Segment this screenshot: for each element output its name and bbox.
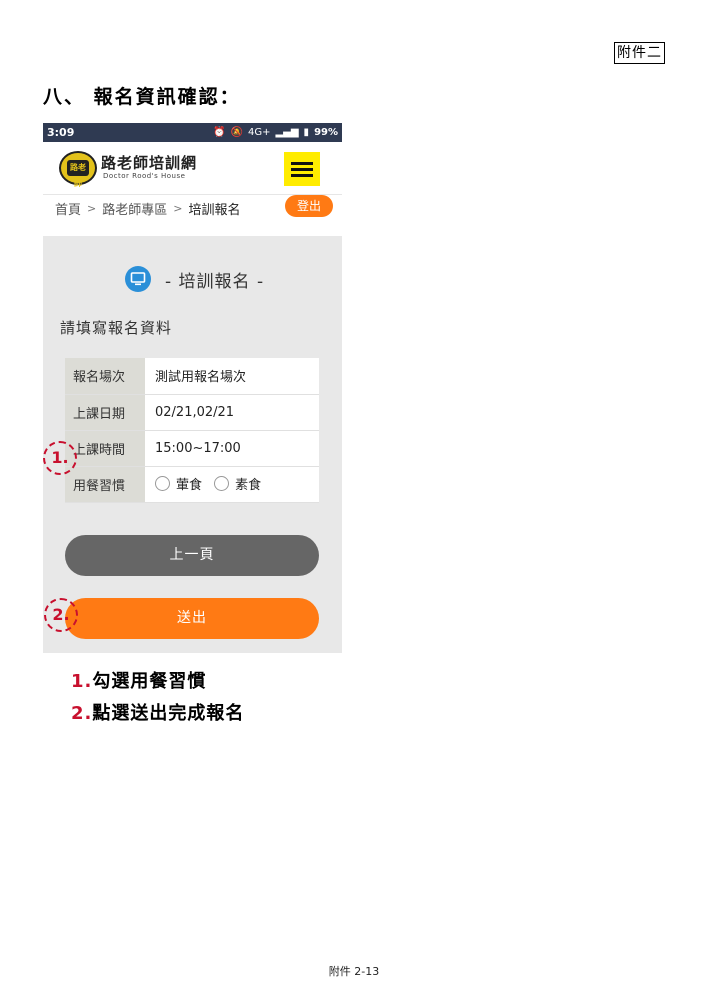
- form-prompt: 請填寫報名資料: [60, 319, 173, 337]
- status-icons: ⏰ 🔕 4G+ ▂▄▆ ▮ 99%: [213, 123, 338, 142]
- hamburger-menu-button[interactable]: [284, 152, 320, 186]
- previous-page-button[interactable]: 上一頁: [65, 535, 319, 576]
- appendix-label: 附件二: [614, 42, 665, 64]
- radio-button[interactable]: [214, 475, 230, 491]
- breadcrumb-section[interactable]: 路老師專區: [102, 199, 167, 218]
- meal-option-vegetarian[interactable]: 素食: [214, 474, 261, 493]
- step-text: 點選送出完成報名: [92, 703, 245, 724]
- step-text: 勾選用餐習慣: [92, 671, 207, 692]
- breadcrumb-separator: >: [87, 202, 97, 215]
- mute-icon: 🔕: [230, 127, 243, 138]
- site-header: 路老師 路老師培訓網 Doctor Rood's House: [43, 142, 342, 195]
- radio-button[interactable]: [155, 475, 170, 491]
- battery-percent: 99%: [314, 127, 338, 138]
- row-label: 報名場次: [65, 358, 145, 395]
- step-number: 1.: [71, 671, 93, 692]
- step-item: 1.勾選用餐習慣: [71, 666, 244, 698]
- table-row: 用餐習慣 葷食 素食: [65, 466, 319, 503]
- row-value: 02/21,02/21: [145, 394, 319, 431]
- row-value: 15:00~17:00: [145, 430, 319, 467]
- site-subtitle: Doctor Rood's House: [103, 172, 186, 180]
- alarm-icon: ⏰: [213, 127, 226, 138]
- meal-options: 葷食 素食: [145, 466, 319, 503]
- table-row: 上課時間 15:00~17:00: [65, 430, 319, 467]
- breadcrumb-home[interactable]: 首頁: [55, 199, 81, 218]
- battery-icon: ▮: [303, 127, 310, 138]
- row-label: 上課時間: [65, 430, 145, 467]
- network-label: 4G+: [247, 127, 271, 138]
- phone-screenshot: 3:09 ⏰ 🔕 4G+ ▂▄▆ ▮ 99% 路老師 路老師培訓網 Doctor…: [43, 123, 342, 653]
- row-value: 測試用報名場次: [145, 358, 319, 395]
- section-title: 八、 報名資訊確認：: [43, 86, 241, 108]
- submit-button[interactable]: 送出: [65, 598, 319, 639]
- step-instructions: 1.勾選用餐習慣 2.點選送出完成報名: [71, 666, 244, 730]
- logout-button[interactable]: 登出: [285, 195, 333, 217]
- meal-option-meat[interactable]: 葷食: [155, 474, 202, 493]
- logo-badge[interactable]: 路老師: [59, 151, 97, 188]
- status-bar: 3:09 ⏰ 🔕 4G+ ▂▄▆ ▮ 99%: [43, 123, 342, 142]
- registration-info-table: 報名場次 測試用報名場次 上課日期 02/21,02/21 上課時間 15:00…: [65, 358, 319, 503]
- step-item: 2.點選送出完成報名: [71, 698, 244, 730]
- table-row: 報名場次 測試用報名場次: [65, 358, 319, 395]
- row-label: 用餐習慣: [65, 466, 145, 503]
- logo-badge-text: 路老師: [67, 160, 89, 188]
- step-marker-2: 2.: [44, 598, 78, 632]
- registration-panel: - 培訓報名 - 請填寫報名資料 報名場次 測試用報名場次 上課日期 02/21…: [43, 236, 342, 653]
- signal-icon: ▂▄▆: [275, 127, 299, 138]
- breadcrumb-separator: >: [173, 202, 183, 215]
- site-name[interactable]: 路老師培訓網: [101, 152, 197, 173]
- status-time: 3:09: [47, 126, 75, 139]
- step-marker-1: 1.: [43, 441, 77, 475]
- menu-line: [291, 162, 313, 165]
- menu-line: [291, 168, 313, 171]
- menu-line: [291, 174, 313, 177]
- breadcrumb: 首頁 > 路老師專區 > 培訓報名: [55, 199, 240, 218]
- page-footer: 附件 2-13: [328, 965, 380, 978]
- monitor-icon: [125, 266, 151, 292]
- table-row: 上課日期 02/21,02/21: [65, 394, 319, 431]
- row-label: 上課日期: [65, 394, 145, 431]
- meal-option-label: 素食: [235, 477, 262, 493]
- meal-option-label: 葷食: [176, 477, 203, 493]
- form-heading: - 培訓報名 -: [125, 266, 264, 292]
- step-number: 2.: [71, 703, 93, 724]
- breadcrumb-current: 培訓報名: [188, 203, 241, 218]
- form-title: - 培訓報名 -: [165, 271, 265, 292]
